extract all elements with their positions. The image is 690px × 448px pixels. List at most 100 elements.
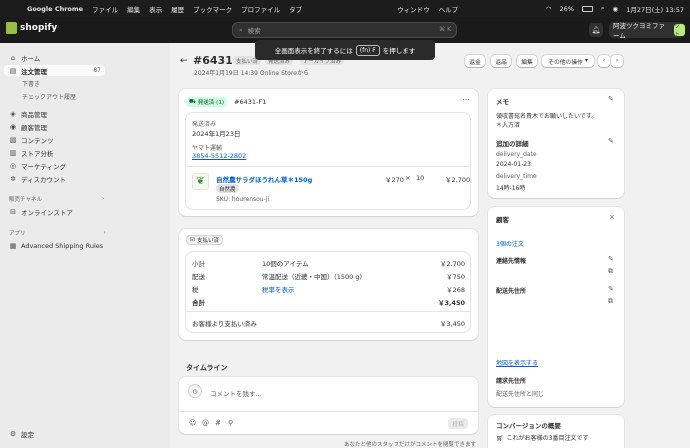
check-icon: ☑ [190, 237, 195, 243]
divider [179, 411, 478, 412]
show-map-link[interactable]: 地図を表示する [496, 358, 538, 367]
product-thumbnail[interactable]: ❦ [192, 173, 209, 190]
menu-file[interactable]: ファイル [92, 4, 118, 14]
next-order-button[interactable]: › [611, 55, 623, 67]
sidebar-item-advanced-shipping[interactable]: ▦ Advanced Shipping Rules [4, 240, 105, 251]
paid-badge: ☑ 支払い済 [186, 235, 223, 245]
carrier-name: ヤマト運輸 [192, 145, 223, 152]
toast-text-after: を押します [382, 47, 416, 55]
store-name: 阿波ツクヨミファーム [613, 22, 665, 40]
sidebar-item-home[interactable]: ⌂ ホーム [4, 52, 105, 63]
sidebar-item-label: オンラインストア [21, 208, 73, 217]
sidebar-item-label: 下書き [22, 81, 41, 88]
subtotal-label: 小計 [192, 260, 205, 268]
store-avatar: ツト [674, 24, 685, 38]
menu-profiles[interactable]: プロファイル [241, 4, 280, 14]
hashtag-icon[interactable]: # [215, 419, 221, 427]
menu-window[interactable]: ウィンドウ [397, 4, 430, 14]
sidebar-item-products[interactable]: ◈ 商品管理 [4, 108, 105, 119]
sidebar-item-customers[interactable]: ◉ 顧客管理 [4, 121, 105, 132]
apps-heading[interactable]: アプリ › [9, 229, 106, 237]
copy-icon[interactable]: ⧉ [608, 297, 613, 306]
sidebar-item-online-store[interactable]: ⊟ オンラインストア [4, 206, 105, 217]
detail-value-time: 14時-16時 [496, 185, 526, 192]
return-button[interactable]: 返品 [491, 55, 511, 67]
shopify-logo[interactable]: shopify [6, 22, 57, 34]
total-label: 合計 [192, 299, 205, 307]
mention-icon[interactable]: @ [202, 419, 209, 427]
shipment-status: 発送済み [192, 121, 217, 128]
staff-avatar: ◍ [188, 384, 202, 398]
search-icon[interactable]: ⌕ [601, 4, 605, 13]
menu-view[interactable]: 表示 [149, 4, 162, 14]
menu-tab[interactable]: タブ [289, 4, 302, 14]
comment-input[interactable]: コメントを残す... [210, 388, 262, 398]
app-icon: ▦ [9, 241, 17, 250]
bell-icon[interactable]: 🔔︎ [589, 23, 603, 37]
sidebar-item-content[interactable]: ▧ コンテンツ [4, 134, 105, 145]
paid-by-customer-value: ￥3,450 [439, 320, 465, 328]
sidebar-item-drafts[interactable]: 下書き [4, 78, 105, 89]
macos-menubar: Google Chrome ファイル 編集 表示 履歴 ブックマーク プロファイ… [0, 0, 690, 17]
sidebar-item-discounts[interactable]: ✲ ディスカウント [4, 173, 105, 184]
search-bar[interactable]: ⌕ 検索 ⌘ K [232, 22, 457, 38]
sidebar-item-label: コンテンツ [21, 136, 54, 145]
control-center-icon[interactable]: ◉ [613, 5, 619, 13]
edit-pencil-icon[interactable]: ✎ [608, 285, 614, 293]
back-arrow-icon[interactable]: ← [180, 56, 188, 66]
edit-pencil-icon[interactable]: ✎ [608, 255, 614, 263]
sidebar-item-label: Advanced Shipping Rules [21, 241, 104, 250]
emoji-icon[interactable]: ☺ [189, 419, 196, 427]
storefront-icon: ⊟ [10, 207, 16, 216]
sidebar-item-label: 顧客管理 [21, 123, 47, 132]
menu-edit[interactable]: 編集 [127, 4, 140, 14]
detail-value-date: 2024-01-23 [496, 161, 531, 168]
fulfillment-id: #6431-F1 [234, 98, 267, 106]
refund-button[interactable]: 返金 [465, 55, 485, 67]
tag-icon: ◈ [10, 109, 16, 118]
tax-value: ￥268 [446, 286, 465, 294]
home-icon: ⌂ [10, 53, 16, 62]
menu-app-name[interactable]: Google Chrome [27, 5, 83, 13]
post-button[interactable]: 投稿 [448, 418, 468, 429]
orders-icon: ▤ [9, 66, 17, 75]
more-actions-button[interactable]: その他の操作 ▾ [542, 55, 594, 67]
close-icon[interactable]: × [609, 213, 615, 221]
fulfilled-badge: ⛟ 発送済 (1) [186, 97, 227, 107]
tracking-number-link[interactable]: 3854-5512-2802 [192, 152, 246, 160]
subtotal-desc: 10個のアイテム [262, 260, 309, 268]
edit-button[interactable]: 編集 [517, 55, 537, 67]
battery-percent[interactable]: 26% [559, 5, 573, 13]
sidebar-item-marketing[interactable]: ◎ マーケティング [4, 160, 105, 171]
menu-bookmarks[interactable]: ブックマーク [193, 4, 232, 14]
store-switcher[interactable]: 阿波ツクヨミファーム ツト [609, 22, 685, 40]
order-count-link[interactable]: 3個の注文 [496, 239, 524, 248]
sidebar-item-orders[interactable]: ▤ 注文管理 87 [4, 65, 105, 76]
wifi-icon[interactable]: ◠ [546, 5, 552, 13]
attachment-icon[interactable]: ⚲ [228, 419, 233, 427]
edit-pencil-icon[interactable]: ✎ [608, 95, 614, 103]
sales-channels-heading[interactable]: 販売チャネル › [9, 195, 104, 203]
divider [186, 166, 470, 167]
copy-icon[interactable]: ⧉ [608, 267, 613, 276]
times-sign: × [405, 174, 411, 182]
show-tax-rate-link[interactable]: 税率を表示 [262, 284, 295, 294]
analytics-icon: ▥ [9, 148, 17, 157]
logo-text: shopify [20, 23, 58, 33]
sidebar-item-settings[interactable]: ⚙ 設定 [4, 428, 105, 439]
fulfilled-badge-label: 発送済 (1) [197, 100, 224, 106]
sidebar-item-analytics[interactable]: ▥ ストア分析 [4, 147, 105, 158]
shipping-address-title: 配送先住所 [496, 288, 527, 295]
more-horizontal-icon[interactable]: ⋯ [462, 95, 470, 104]
sidebar-item-label: 注文管理 [21, 67, 47, 76]
clock[interactable]: 1月27日(土) 13:57 [626, 4, 684, 14]
product-name-link[interactable]: 自然農サラダほうれん草＊150g [216, 174, 312, 184]
sidebar-item-abandoned-checkouts[interactable]: チェックアウト履歴 [4, 91, 105, 102]
conversion-text-label: これがお客様の3番目注文です [506, 435, 589, 442]
menu-history[interactable]: 履歴 [171, 4, 184, 14]
menu-help[interactable]: ヘルプ [439, 4, 459, 14]
sidebar-item-label: ディスカウント [21, 175, 67, 184]
previous-order-button[interactable]: ‹ [598, 55, 610, 67]
section-label: アプリ [9, 231, 26, 237]
edit-pencil-icon[interactable]: ✎ [608, 137, 614, 145]
